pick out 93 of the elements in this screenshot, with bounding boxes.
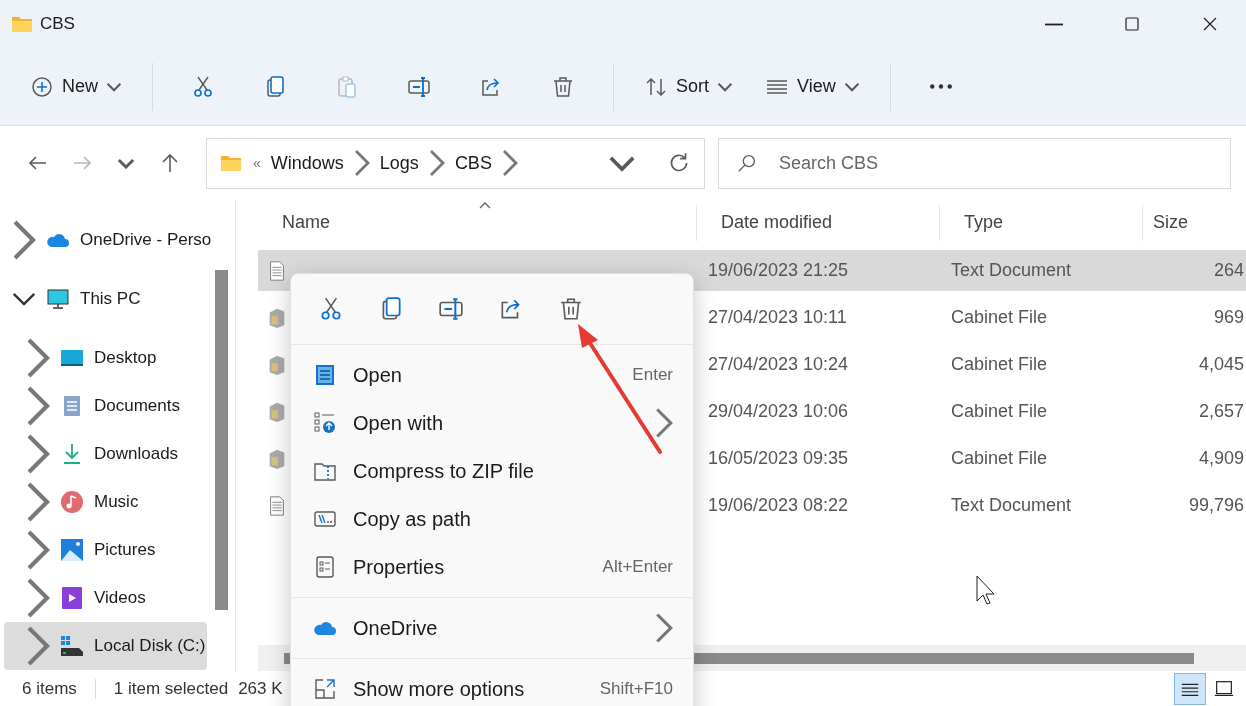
menu-item[interactable]: Copy as path (291, 495, 693, 543)
new-button[interactable]: New (22, 58, 130, 115)
chevron-down-icon (117, 157, 135, 169)
menu-item[interactable]: Properties Alt+Enter (291, 543, 693, 591)
chevron-right-icon (655, 612, 673, 644)
chevron-right-icon (501, 149, 518, 177)
type-cell-text: Cabinet File (950, 354, 1049, 375)
trash-icon (558, 296, 584, 322)
chevron-right-icon (26, 481, 50, 523)
size-cell-text: 969 (1212, 307, 1245, 328)
overflow-chevrons[interactable]: « (253, 155, 261, 171)
column-header[interactable]: Date modified (696, 204, 939, 241)
external-icon (313, 677, 337, 701)
address-bar[interactable]: « Windows Logs CBS (206, 137, 705, 189)
column-header[interactable]: Name (258, 204, 696, 241)
trash-icon (551, 74, 575, 99)
selection-size: 263 K (238, 679, 283, 699)
chevron-right-icon (428, 149, 445, 177)
size-cell-text: 264 (1212, 260, 1245, 281)
item-count: 6 items (22, 679, 96, 699)
picture-icon (60, 538, 84, 562)
column-header[interactable]: Size (1142, 204, 1246, 241)
sort-caret-icon (478, 200, 492, 210)
size-cell-text: 2,657 (1197, 401, 1245, 422)
music-icon (60, 490, 84, 514)
chevron-right-icon (26, 529, 50, 571)
notepad-icon (313, 363, 337, 387)
type-cell-text: Text Document (950, 495, 1073, 516)
menu-item[interactable]: Open Enter (291, 351, 693, 399)
size-cell-text: 99,796 (1187, 495, 1245, 516)
chevron-right-icon (26, 337, 50, 379)
tree-item[interactable]: This PC (4, 275, 231, 323)
type-cell-text: Cabinet File (950, 401, 1049, 422)
chevron-right-icon (26, 625, 50, 667)
details-view-button[interactable] (1174, 673, 1206, 705)
chevron-right-icon (353, 149, 370, 177)
paste-icon (335, 74, 359, 99)
cut-icon (191, 74, 215, 99)
view-button[interactable]: View (757, 58, 868, 115)
window-title: CBS (40, 14, 76, 34)
column-header[interactable]: Type (939, 204, 1142, 241)
tree-item[interactable]: Local Disk (C:) (4, 622, 207, 670)
type-cell-text: Cabinet File (950, 307, 1049, 328)
date-cell-text: 19/06/2023 08:22 (707, 495, 850, 516)
rename-icon (407, 74, 431, 99)
chevron-right-icon (655, 407, 673, 439)
plus-icon (30, 74, 54, 99)
drive-icon (60, 634, 84, 658)
more-icon (928, 83, 953, 90)
size-cell-text: 4,909 (1197, 448, 1245, 469)
breadcrumb[interactable]: Windows (270, 152, 344, 174)
chevron-right-icon (26, 433, 50, 475)
tree-item[interactable]: Pictures (4, 526, 207, 574)
open-with-icon (313, 411, 337, 435)
chevron-down-icon (608, 154, 636, 172)
chevron-right-icon (12, 219, 36, 261)
cut-icon (318, 296, 344, 322)
monitor-icon (46, 287, 70, 311)
minimize-icon (1042, 22, 1066, 26)
chevron-down-icon (843, 81, 860, 92)
date-cell-text: 29/04/2023 10:06 (707, 401, 850, 422)
cursor-icon (976, 575, 995, 605)
size-cell-text: 4,045 (1197, 354, 1245, 375)
breadcrumb[interactable]: CBS (454, 152, 492, 174)
scrollbar-thumb[interactable] (215, 270, 228, 610)
tree-item[interactable]: Desktop (4, 334, 207, 382)
sort-button[interactable]: Sort (636, 58, 742, 115)
chevron-right-icon (26, 577, 50, 619)
menu-item[interactable]: Compress to ZIP file (291, 447, 693, 495)
menu-item[interactable]: Show more options Shift+F10 (291, 665, 693, 706)
tree-item[interactable]: Music (4, 478, 207, 526)
tree-item[interactable]: OneDrive - Perso (4, 216, 231, 264)
date-cell-text: 27/04/2023 10:11 (707, 307, 848, 328)
date-cell-text: 19/06/2023 21:25 (707, 260, 850, 281)
menu-item[interactable]: OneDrive (291, 604, 693, 652)
menu-item[interactable]: Open with (291, 399, 693, 447)
breadcrumb[interactable]: Logs (379, 152, 419, 174)
date-cell-text: 27/04/2023 10:24 (707, 354, 850, 375)
chevron-down-icon (106, 81, 122, 92)
chevron-down-icon (12, 292, 36, 306)
properties-icon (313, 555, 337, 579)
tree-item[interactable]: Downloads (4, 430, 207, 478)
selection-status: 1 item selected (113, 679, 229, 699)
chevron-down-icon (717, 81, 734, 92)
type-cell-text: Cabinet File (950, 448, 1049, 469)
tree-item[interactable]: Documents (4, 382, 207, 430)
search-field[interactable]: Search CBS (718, 137, 1231, 189)
rename-icon (438, 296, 464, 322)
type-cell-text: Text Document (950, 260, 1073, 281)
tree-item[interactable]: Videos (4, 574, 207, 622)
video-icon (60, 586, 84, 610)
date-cell-text: 16/05/2023 09:35 (707, 448, 850, 469)
chevron-right-icon (26, 385, 50, 427)
